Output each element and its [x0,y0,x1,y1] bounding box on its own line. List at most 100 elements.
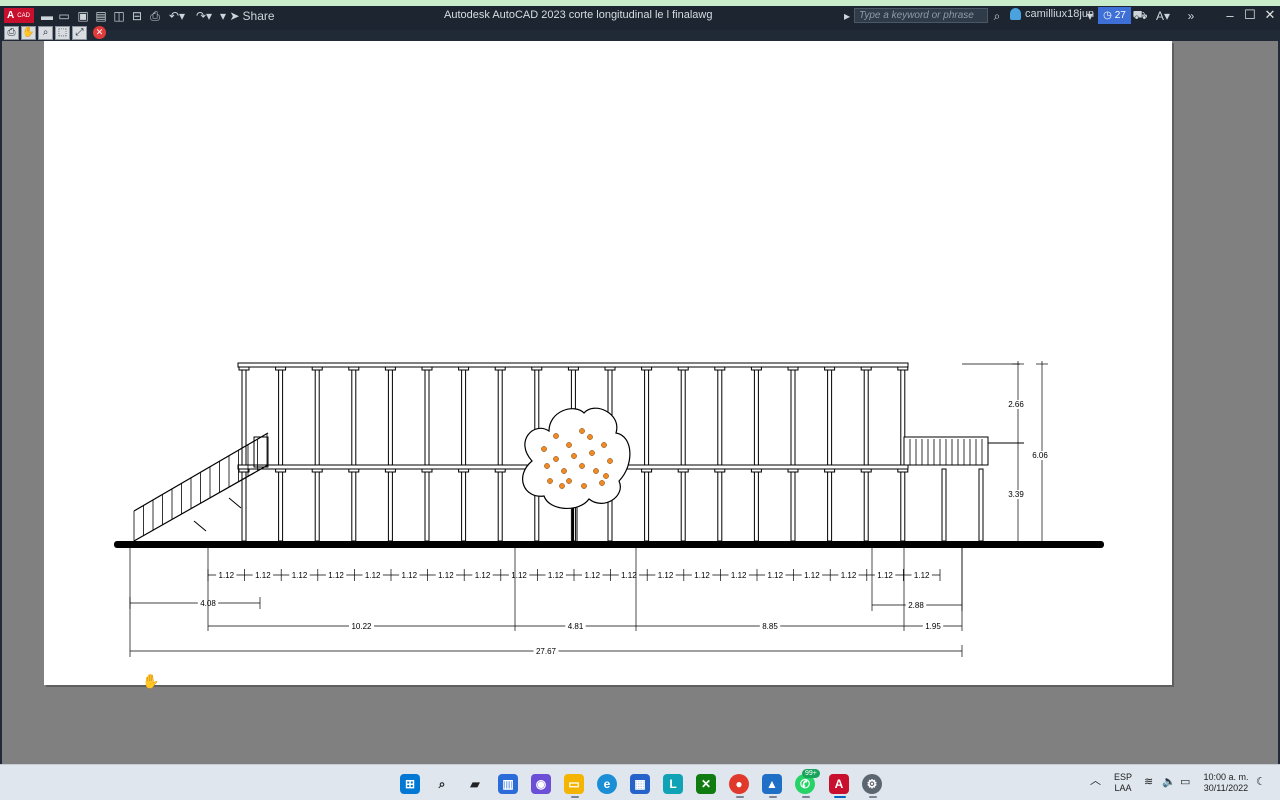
column-cap [384,468,396,473]
cart-icon[interactable]: ⛟ [1132,8,1147,24]
column-cap [897,366,909,371]
plot-icon[interactable]: ⎙ [148,8,162,24]
column-cap [860,468,872,473]
app-menu-button[interactable]: A CAD [4,8,34,23]
language-top: ESP [1113,772,1132,782]
save-as-icon[interactable]: ▤ [94,8,108,24]
help-search-input[interactable] [854,8,988,23]
wifi-icon[interactable]: ≋ [1144,777,1153,788]
clock[interactable]: 10:00 a. m. 30/11/2022 [1198,772,1254,794]
column-cap [824,468,836,473]
language-bottom: LAA [1114,783,1132,793]
section-drawing: 1.12 1.12 1.12 1.12 1.12 1.12 1.12 1.12 1.12 1.12… [114,361,1104,657]
quick-access-dropdown-icon[interactable]: ▾ [218,8,228,24]
column-cap [494,366,506,371]
user-account-menu[interactable]: camilliux18jun [1010,8,1094,20]
segment-dim-label: 1.12 [585,571,601,580]
teams-chat-icon[interactable]: ◉ [531,774,551,794]
photos-icon[interactable]: ▲ [762,774,782,794]
tree-fruit [571,453,577,459]
upper-column [497,366,503,466]
clock-time: 10:00 a. m. [1203,772,1249,782]
right-span-label: 8.85 [762,622,778,631]
print-icon[interactable]: ⎙ [4,25,19,40]
zoom-icon[interactable]: ⌕ [38,25,53,40]
column-cap [421,366,433,371]
maximize-button[interactable]: ☐ [1240,6,1260,24]
autocad-taskbar-icon[interactable]: A [829,774,849,794]
xbox-icon[interactable]: ✕ [696,774,716,794]
close-button[interactable]: ✕ [1260,6,1280,24]
tree-fruit [566,478,572,484]
balcony-column [978,468,984,542]
tray-overflow-icon[interactable]: ︿ [1090,776,1101,787]
user-dropdown-icon[interactable]: ▾ [1086,8,1094,24]
column-cap [824,366,836,371]
tree-fruit [553,433,559,439]
column-cap [384,366,396,371]
share-button[interactable]: ➤ Share [229,8,274,24]
column-cap [567,366,579,371]
store-icon[interactable]: ▦ [630,774,650,794]
autodesk-app-icon[interactable]: A▾ [1152,8,1174,24]
plot-preview-area[interactable]: 1.12 1.12 1.12 1.12 1.12 1.12 1.12 1.12 1.12 1.12… [2,41,1278,764]
whatsapp-running-indicator [802,796,810,798]
redo-icon[interactable]: ↷▾ [193,8,215,24]
language-indicator[interactable]: ESP LAA [1112,772,1134,794]
upper-column [351,366,357,466]
pan-icon[interactable]: ✋ [21,25,36,40]
lower-column [424,468,430,542]
explorer-running-indicator [571,796,579,798]
save-icon[interactable]: ▣ [76,8,90,24]
settings-icon[interactable]: ⚙ [862,774,882,794]
open-file-icon[interactable]: ▭ [57,8,71,24]
segment-dim-label: 1.12 [658,571,674,580]
whatsapp-badge: 99+ [802,769,820,778]
search-icon[interactable]: ⌕ [990,8,1004,24]
tree-fruit [581,483,587,489]
column-cap [677,366,689,371]
upper-column [314,366,320,466]
app-l-icon[interactable]: L [663,774,683,794]
start-icon[interactable]: ⊞ [400,774,420,794]
more-options-icon[interactable]: » [1184,8,1198,24]
column-cap [714,366,726,371]
autocad-running-indicator [834,796,846,798]
segment-dim-label: 1.12 [621,571,637,580]
undo-icon[interactable]: ↶▾ [166,8,188,24]
export-icon[interactable]: ◫ [112,8,126,24]
edge-icon[interactable]: e [597,774,617,794]
notifications-icon[interactable]: ☾ [1256,777,1266,788]
column-cap [860,366,872,371]
chrome-icon[interactable]: ● [729,774,749,794]
column-cap [604,366,616,371]
lower-height-label: 3.39 [1008,490,1024,499]
task-view-icon[interactable]: ▰ [465,774,485,794]
segment-dim-label: 1.12 [841,571,857,580]
autocad-window: A CAD ▬ ▭ ▣ ▤ ◫ ⊟ ⎙ ↶▾ ↷▾ ▾ ➤ Share Auto… [0,0,1280,800]
column-cap [348,366,360,371]
ground-slab [114,541,1104,548]
segment-dim-label: 1.12 [475,571,491,580]
search-taskbar-icon[interactable]: ⌕ [432,774,452,794]
publish-icon[interactable]: ⊟ [130,8,144,24]
zoom-window-icon[interactable]: ⬚ [55,25,70,40]
upper-column [278,366,284,466]
close-preview-icon[interactable]: ✕ [93,26,106,39]
battery-icon[interactable]: ▭ [1180,777,1190,788]
photos-running-indicator [769,796,777,798]
column-cap [750,366,762,371]
zoom-original-icon[interactable]: ⤢ [72,25,87,40]
tree-fruit [559,483,565,489]
upper-column [717,366,723,466]
search-expand-icon[interactable]: ▸ [843,8,851,24]
lower-column [497,468,503,542]
file-explorer-icon[interactable]: ▭ [564,774,584,794]
widgets-icon[interactable]: ▥ [498,774,518,794]
minimize-button[interactable]: – [1220,6,1240,24]
lower-column [461,468,467,542]
volume-icon[interactable]: 🔈 [1162,777,1176,788]
trial-timer-button[interactable]: ◷ 27 [1098,7,1131,24]
column-cap [421,468,433,473]
new-file-icon[interactable]: ▬ [40,8,54,24]
